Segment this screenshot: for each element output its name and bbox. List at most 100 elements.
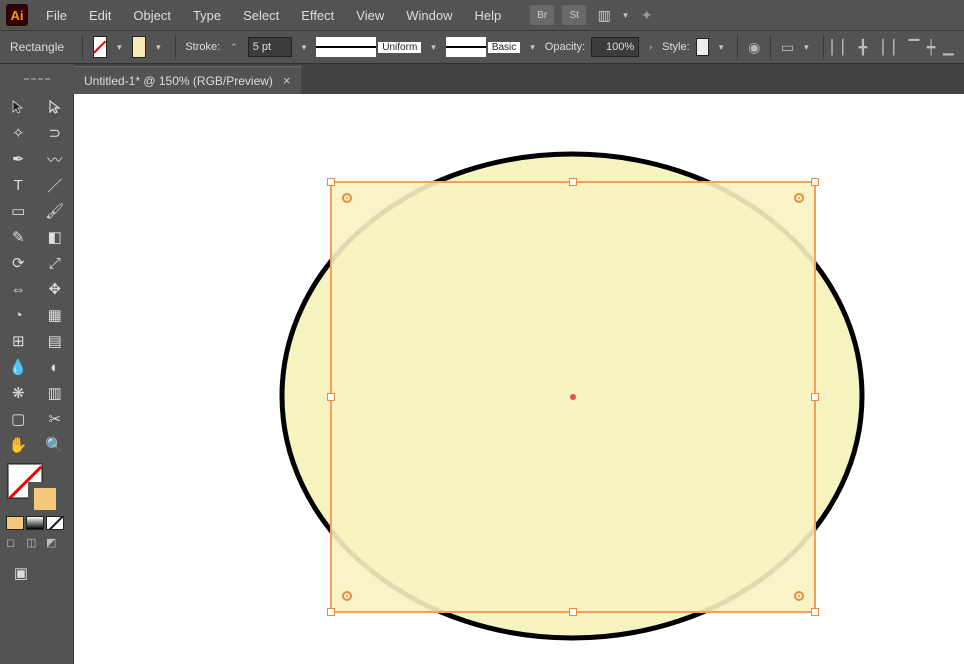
align-chevron-icon[interactable]: ▾	[800, 42, 813, 53]
shape-builder-tool[interactable]: ◔	[0, 302, 37, 328]
handle-tc[interactable]	[569, 178, 577, 186]
graphic-style-swatch[interactable]	[696, 38, 709, 56]
arrange-chevron-icon[interactable]: ▾	[619, 10, 632, 21]
width-tool[interactable]: ⇔	[0, 276, 37, 302]
handle-br[interactable]	[811, 608, 819, 616]
hand-tool[interactable]: ✋	[0, 432, 37, 458]
symbol-sprayer-tool[interactable]: ❋	[0, 380, 37, 406]
handle-mr[interactable]	[811, 393, 819, 401]
brush-chevron-icon[interactable]: ▾	[526, 42, 539, 53]
draw-inside-icon[interactable]: ◩	[46, 536, 64, 550]
style-label: Style:	[662, 41, 690, 53]
menu-effect[interactable]: Effect	[291, 4, 344, 27]
color-mode-gradient[interactable]	[26, 516, 44, 530]
brush-definition[interactable]	[446, 37, 486, 57]
opacity-chevron-icon[interactable]: ›	[645, 42, 656, 52]
align-vcenter-icon[interactable]: ┿	[926, 38, 937, 56]
stroke-swatch[interactable]	[132, 36, 146, 58]
scale-tool[interactable]: ⤢	[37, 250, 74, 276]
gradient-tool[interactable]: ▤	[37, 328, 74, 354]
align-bottom-icon[interactable]: ▁	[943, 38, 954, 56]
shaper-tool[interactable]: ✎	[0, 224, 37, 250]
align-hcenter-icon[interactable]: ╋	[857, 38, 868, 56]
type-tool[interactable]: T	[0, 172, 37, 198]
stock-button[interactable]: St	[562, 5, 586, 25]
slice-tool[interactable]: ✂	[37, 406, 74, 432]
paintbrush-tool[interactable]: 🖌	[37, 198, 74, 224]
handle-tl[interactable]	[327, 178, 335, 186]
align-right-icon[interactable]: ▕▕	[875, 38, 893, 56]
fill-stroke-control[interactable]	[0, 458, 73, 512]
opacity-input[interactable]	[591, 37, 639, 57]
bridge-button[interactable]: Br	[530, 5, 554, 25]
menu-file[interactable]: File	[36, 4, 77, 27]
corner-widget-bl[interactable]	[342, 591, 352, 601]
fill-chevron-icon[interactable]: ▾	[113, 42, 126, 53]
menu-help[interactable]: Help	[464, 4, 511, 27]
direct-selection-tool[interactable]	[37, 94, 74, 120]
stroke-weight-input[interactable]	[248, 37, 292, 57]
align-left-icon[interactable]: ▏▏	[833, 38, 851, 56]
pen-tool[interactable]: ✒	[0, 146, 37, 172]
rectangle-tool[interactable]: ▭	[0, 198, 37, 224]
free-transform-tool[interactable]: ✥	[37, 276, 74, 302]
canvas-viewport[interactable]	[74, 94, 964, 664]
perspective-grid-tool[interactable]: ▦	[37, 302, 74, 328]
column-graph-tool[interactable]: ▥	[37, 380, 74, 406]
align-to-icon[interactable]: ▭	[781, 38, 794, 56]
line-tool[interactable]: ／	[37, 172, 74, 198]
document-tab[interactable]: Untitled-1* @ 150% (RGB/Preview) ×	[74, 66, 301, 94]
eraser-tool[interactable]: ◧	[37, 224, 74, 250]
corner-widget-tr[interactable]	[794, 193, 804, 203]
stroke-weight-chevron-icon[interactable]: ▾	[298, 42, 311, 53]
mesh-tool[interactable]: ⊞	[0, 328, 37, 354]
corner-widget-tl[interactable]	[342, 193, 352, 203]
selection-center-point[interactable]	[570, 394, 576, 400]
recolor-artwork-icon[interactable]: ◉	[748, 38, 760, 56]
profile-chevron-icon[interactable]: ▾	[427, 42, 440, 53]
stroke-chevron-icon[interactable]: ▾	[152, 42, 165, 53]
color-mode-none[interactable]	[46, 516, 64, 530]
artboard-tool[interactable]: ▢	[0, 406, 37, 432]
handle-bc[interactable]	[569, 608, 577, 616]
rotate-tool[interactable]: ⟳	[0, 250, 37, 276]
draw-mode-row: ◻ ◫ ◩	[0, 534, 73, 552]
close-tab-icon[interactable]: ×	[283, 73, 291, 88]
menu-object[interactable]: Object	[123, 4, 181, 27]
menu-edit[interactable]: Edit	[79, 4, 121, 27]
document-tab-title: Untitled-1* @ 150% (RGB/Preview)	[84, 74, 273, 88]
gpu-preview-icon[interactable]: ✦	[637, 5, 657, 25]
menu-select[interactable]: Select	[233, 4, 289, 27]
brush-label: Basic	[488, 42, 520, 53]
stroke-indicator[interactable]	[28, 482, 62, 516]
opacity-label: Opacity:	[545, 41, 585, 53]
control-bar: Rectangle ▾ ▾ Stroke: ⌃ ▾ Uniform ▾ Basi…	[0, 30, 964, 64]
curvature-tool[interactable]: 〰	[37, 146, 74, 172]
selection-bounding-box[interactable]	[330, 181, 816, 613]
arrange-documents-icon[interactable]: ▥	[594, 5, 614, 25]
handle-bl[interactable]	[327, 608, 335, 616]
lasso-tool[interactable]: ⊃	[37, 120, 74, 146]
stroke-link-icon[interactable]: ⌃	[226, 42, 242, 53]
menu-window[interactable]: Window	[396, 4, 462, 27]
fill-swatch[interactable]	[93, 36, 107, 58]
panel-collapse-grip[interactable]	[0, 64, 74, 94]
shape-type-label: Rectangle	[10, 40, 64, 54]
draw-behind-icon[interactable]: ◫	[26, 536, 44, 550]
magic-wand-tool[interactable]: ✧	[0, 120, 37, 146]
variable-width-profile[interactable]	[316, 37, 376, 57]
handle-tr[interactable]	[811, 178, 819, 186]
menu-view[interactable]: View	[346, 4, 394, 27]
menu-type[interactable]: Type	[183, 4, 231, 27]
corner-widget-br[interactable]	[794, 591, 804, 601]
handle-ml[interactable]	[327, 393, 335, 401]
style-chevron-icon[interactable]: ▾	[715, 42, 728, 53]
align-top-icon[interactable]: ▔	[908, 38, 919, 56]
screen-mode-tool[interactable]: ▣	[8, 560, 34, 586]
selection-tool[interactable]	[0, 94, 37, 120]
zoom-tool[interactable]: 🔍	[37, 432, 74, 458]
eyedropper-tool[interactable]: 💧	[0, 354, 37, 380]
blend-tool[interactable]: ◐	[37, 354, 74, 380]
draw-normal-icon[interactable]: ◻	[6, 536, 24, 550]
color-mode-solid[interactable]	[6, 516, 24, 530]
